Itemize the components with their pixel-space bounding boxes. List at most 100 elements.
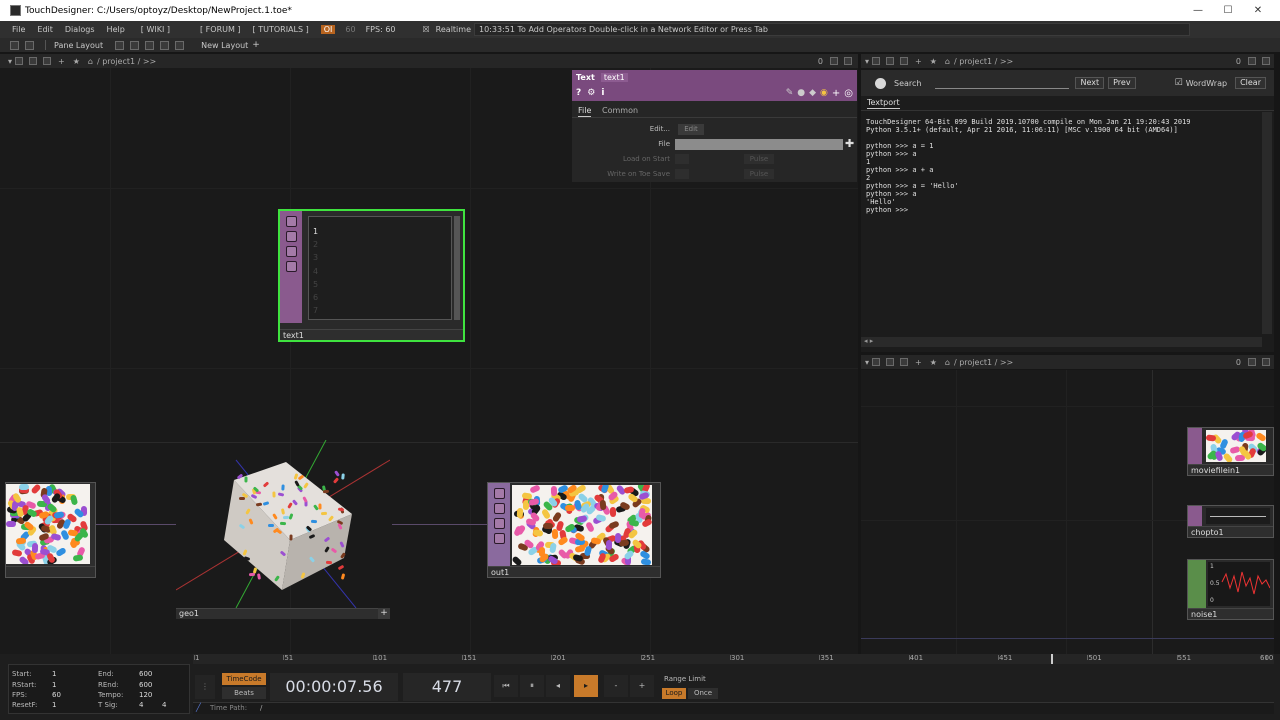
display-icon[interactable] xyxy=(493,518,505,529)
chevron-down-icon[interactable]: ▾ xyxy=(865,358,869,367)
chevron-down-icon[interactable]: ▾ xyxy=(865,57,869,66)
out1-label[interactable]: out1 xyxy=(488,566,660,577)
forward-icon[interactable] xyxy=(900,358,909,366)
moviefilein1-node[interactable]: moviefilein1 xyxy=(1187,427,1274,476)
rstart-value[interactable]: 1 xyxy=(52,681,56,689)
clear-button[interactable]: Clear xyxy=(1235,77,1266,89)
step-back-button[interactable]: - xyxy=(604,675,628,697)
step-forward-button[interactable]: + xyxy=(630,675,654,697)
textport-vscroll[interactable] xyxy=(1262,112,1272,334)
pane-split-icon[interactable] xyxy=(10,40,19,50)
target-icon[interactable]: ◎ xyxy=(844,88,853,99)
once-toggle[interactable]: Once xyxy=(688,688,718,699)
minimize-button[interactable]: — xyxy=(1183,0,1213,21)
play-forward-button[interactable]: ▸ xyxy=(574,675,598,697)
text1-label[interactable]: text1 xyxy=(280,329,463,340)
resetf-value[interactable]: 1 xyxy=(52,701,56,709)
stop-icon[interactable] xyxy=(872,57,881,65)
star-icon[interactable]: ★ xyxy=(73,57,80,66)
forward-icon[interactable] xyxy=(900,57,909,65)
param-op-name[interactable]: text1 xyxy=(600,73,628,82)
add-layout-icon[interactable]: + xyxy=(252,40,260,50)
menu-file[interactable]: File xyxy=(6,25,31,34)
tempo-value[interactable]: 120 xyxy=(139,691,152,699)
pane-down-icon[interactable] xyxy=(844,57,852,65)
display-icon[interactable] xyxy=(285,246,297,257)
star-icon[interactable]: ★ xyxy=(930,57,937,66)
pane-maximize-icon[interactable] xyxy=(830,57,838,65)
rend-value[interactable]: 600 xyxy=(139,681,152,689)
add-param-icon[interactable]: + xyxy=(832,88,840,99)
bypass-icon[interactable] xyxy=(285,216,297,227)
noise1-label[interactable]: noise1 xyxy=(1188,608,1273,619)
geo1-add-icon[interactable]: + xyxy=(378,608,390,619)
viewer-icon[interactable] xyxy=(285,261,297,272)
back-icon[interactable] xyxy=(886,358,895,366)
tutorials-link[interactable]: [ TUTORIALS ] xyxy=(247,25,315,34)
comment-icon[interactable]: ● xyxy=(797,88,805,98)
frame-display[interactable]: 477 xyxy=(403,673,491,701)
color-icon[interactable]: ◆ xyxy=(809,88,816,98)
new-layout-label[interactable]: New Layout xyxy=(201,41,248,50)
start-value[interactable]: 1 xyxy=(52,670,56,678)
maximize-button[interactable]: ☐ xyxy=(1213,0,1243,21)
textport-output[interactable]: TouchDesigner 64-Bit 099 Build 2019.1070… xyxy=(866,118,1191,214)
textport-tab[interactable]: Textport xyxy=(867,98,900,109)
fps-value[interactable]: 60 xyxy=(52,691,61,699)
lock-icon[interactable] xyxy=(285,231,297,242)
write-pulse-button[interactable]: Pulse xyxy=(744,169,774,179)
layout-2-icon[interactable] xyxy=(130,40,140,50)
layout-5-icon[interactable] xyxy=(175,40,185,50)
layout-3-icon[interactable] xyxy=(145,40,155,50)
timecode-toggle[interactable]: TimeCode xyxy=(222,673,266,685)
pane-down-icon[interactable] xyxy=(1262,57,1270,65)
home-icon[interactable]: ⌂ xyxy=(88,57,93,66)
play-reverse-button[interactable]: ◂ xyxy=(546,675,570,697)
beats-toggle[interactable]: Beats xyxy=(222,687,266,699)
text1-node[interactable]: 1 2 3 4 5 6 7 text1 xyxy=(278,209,465,342)
tsig-denominator[interactable]: 4 xyxy=(162,701,166,709)
network-path[interactable]: / project1 / >> xyxy=(97,57,156,66)
forward-icon[interactable] xyxy=(43,57,52,65)
wiki-link[interactable]: [ WIKI ] xyxy=(135,25,176,34)
wordwrap-checkbox[interactable]: ☑ xyxy=(1175,78,1183,88)
load-pulse-button[interactable]: Pulse xyxy=(744,154,774,164)
realtime-checkbox[interactable]: ☒ xyxy=(420,25,433,34)
timeline-settings-icon[interactable]: ⋮ xyxy=(195,675,215,699)
moviefilein1-label[interactable]: moviefilein1 xyxy=(1188,464,1273,475)
textport-path[interactable]: / project1 / >> xyxy=(954,57,1013,66)
scroll-left-icon[interactable]: ◂ ▸ xyxy=(864,337,873,345)
home-icon[interactable]: ⌂ xyxy=(945,358,950,367)
home-icon[interactable]: ⌂ xyxy=(945,57,950,66)
loop-toggle[interactable]: Loop xyxy=(662,688,686,699)
chopto1-node[interactable]: chopto1 xyxy=(1187,505,1274,538)
bypass-icon[interactable] xyxy=(493,488,505,499)
rewind-button[interactable]: ⏮ xyxy=(494,675,518,697)
timecode-display[interactable]: 00:00:07.56 xyxy=(270,673,398,701)
star-icon[interactable]: ★ xyxy=(930,358,937,367)
prev-button[interactable]: Prev xyxy=(1108,77,1136,89)
menu-dialogs[interactable]: Dialogs xyxy=(59,25,101,34)
info-icon[interactable]: i xyxy=(601,88,604,98)
tsig-numerator[interactable]: 4 xyxy=(139,701,143,709)
file-browse-icon[interactable]: ✚ xyxy=(845,137,854,150)
search-input[interactable] xyxy=(935,78,1070,89)
text1-scrollbar[interactable] xyxy=(454,216,460,320)
menu-edit[interactable]: Edit xyxy=(31,25,59,34)
playhead-marker[interactable] xyxy=(1051,654,1053,664)
chevron-down-icon[interactable]: ▾ xyxy=(8,57,12,66)
add-icon[interactable]: + xyxy=(58,57,65,66)
back-icon[interactable] xyxy=(29,57,38,65)
forum-link[interactable]: [ FORUM ] xyxy=(194,25,247,34)
stop-icon[interactable] xyxy=(872,358,881,366)
menu-help[interactable]: Help xyxy=(101,25,131,34)
layout-4-icon[interactable] xyxy=(160,40,170,50)
layout-1-icon[interactable] xyxy=(115,40,125,50)
pane-down-icon[interactable] xyxy=(1262,358,1270,366)
geo1-node[interactable]: geo1 + xyxy=(175,439,391,620)
chopto1-label[interactable]: chopto1 xyxy=(1188,526,1273,537)
close-button[interactable]: ✕ xyxy=(1243,0,1273,21)
load-on-start-toggle[interactable] xyxy=(675,154,689,164)
time-path-value[interactable]: / xyxy=(260,704,262,712)
right-network-path[interactable]: / project1 / >> xyxy=(954,358,1013,367)
